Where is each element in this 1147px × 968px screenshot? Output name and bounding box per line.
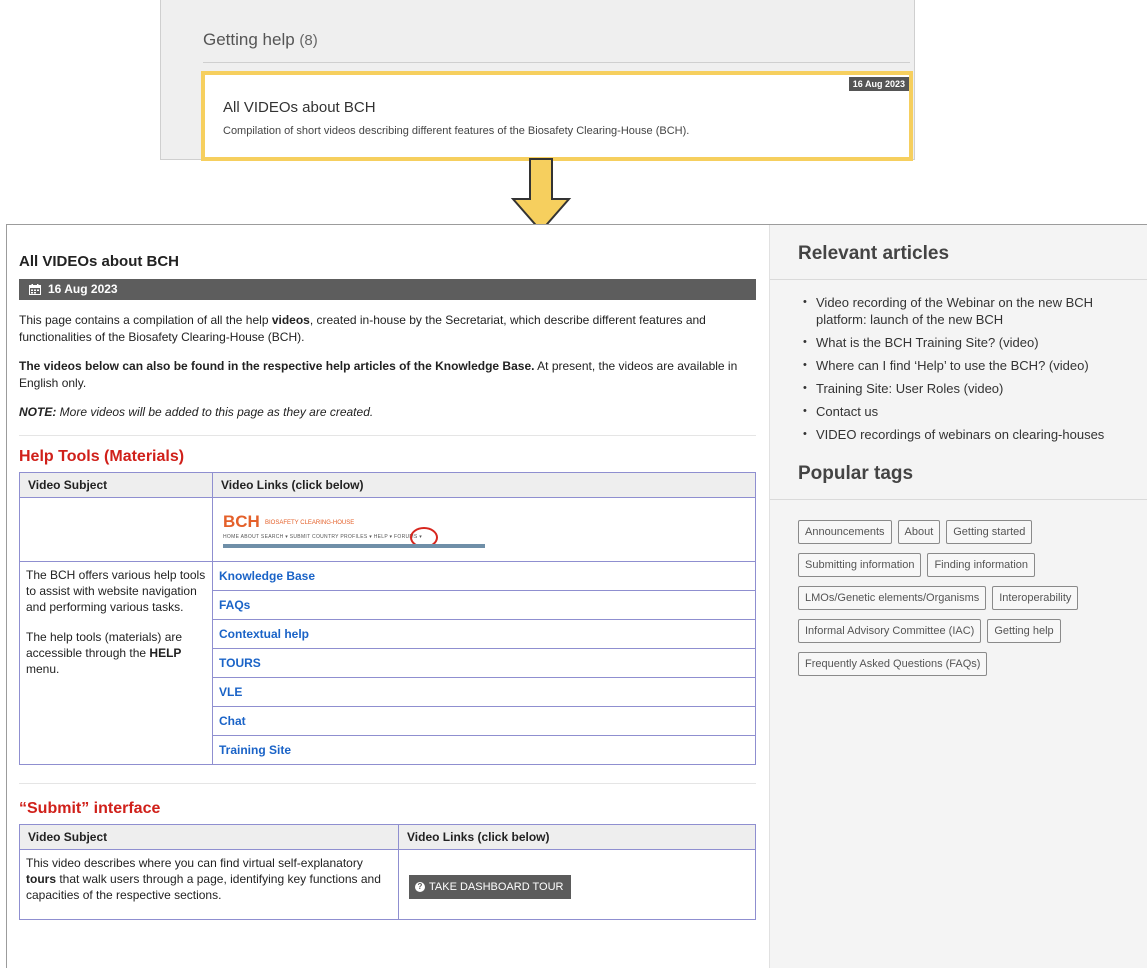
- tag-about[interactable]: About: [897, 520, 941, 544]
- category-count: (8): [299, 32, 318, 49]
- knowledge-base-paragraph: The videos below can also be found in th…: [19, 358, 756, 392]
- bch-menu-bar: HOME ABOUT SEARCH ▾ SUBMIT COUNTRY PROFI…: [223, 534, 423, 540]
- tag-interoperability[interactable]: Interoperability: [992, 586, 1079, 610]
- article-date: 16 Aug 2023: [48, 282, 118, 296]
- table-cell-empty: [19, 497, 213, 562]
- tag-faqs[interactable]: Frequently Asked Questions (FAQs): [798, 652, 988, 676]
- subject-text-2: The help tools (materials) are accessibl…: [26, 629, 206, 677]
- calendar-icon: [29, 284, 41, 295]
- relevant-article-link[interactable]: Where can I find ‘Help’ to use the BCH? …: [800, 357, 1129, 374]
- relevant-article-link[interactable]: What is the BCH Training Site? (video): [800, 334, 1129, 351]
- article-card-title[interactable]: All VIDEOs about BCH: [223, 99, 376, 116]
- note-paragraph: NOTE: More videos will be added to this …: [19, 404, 756, 421]
- tag-finding-information[interactable]: Finding information: [927, 553, 1036, 577]
- content-divider: [19, 435, 756, 436]
- help-menu-screenshot: BCH BIOSAFETY CLEARING-HOUSE HOME ABOUT …: [212, 497, 756, 562]
- section-heading-help-tools: Help Tools (Materials): [19, 448, 185, 465]
- relevant-article-link[interactable]: VIDEO recordings of webinars on clearing…: [800, 426, 1129, 443]
- category-title-text: Getting help: [203, 30, 295, 49]
- subject-tours-bold: tours: [26, 872, 56, 886]
- popular-tags-list: Announcements About Getting started Subm…: [798, 520, 1128, 685]
- link-faqs[interactable]: FAQs: [212, 590, 756, 620]
- submit-interface-table: Video Subject Video Links (click below) …: [19, 824, 756, 920]
- relevant-articles-list: Video recording of the Webinar on the ne…: [800, 294, 1147, 443]
- article-card-date: 16 Aug 2023: [848, 77, 909, 91]
- article-page: All VIDEOs about BCH 16 Aug 2023 This pa…: [6, 224, 1147, 968]
- table-row: This video describes where you can find …: [19, 849, 756, 920]
- subject-text-a: This video describes where you can find …: [26, 856, 363, 870]
- intro-text-1: This page contains a compilation of all …: [19, 313, 272, 327]
- table-row: The BCH offers various help tools to ass…: [19, 561, 756, 765]
- table-cell-links: ? TAKE DASHBOARD TOUR: [398, 849, 756, 920]
- help-tools-table: Video Subject Video Links (click below) …: [19, 472, 756, 765]
- relevant-article-link[interactable]: Contact us: [800, 403, 1129, 420]
- link-knowledge-base[interactable]: Knowledge Base: [212, 561, 756, 591]
- sidebar: Relevant articles Video recording of the…: [769, 225, 1147, 968]
- link-contextual-help[interactable]: Contextual help: [212, 619, 756, 649]
- subject-text-1: The BCH offers various help tools to ass…: [26, 568, 206, 614]
- tag-submitting-information[interactable]: Submitting information: [798, 553, 922, 577]
- popular-tags-heading: Popular tags: [798, 463, 914, 484]
- note-label: NOTE:: [19, 405, 57, 419]
- take-dashboard-tour-button[interactable]: ? TAKE DASHBOARD TOUR: [409, 875, 572, 899]
- bch-tagline: BIOSAFETY CLEARING-HOUSE: [265, 520, 355, 526]
- arrow-down-icon: [510, 158, 572, 233]
- column-header-links: Video Links (click below): [398, 824, 756, 850]
- column-header-subject: Video Subject: [19, 824, 399, 850]
- table-row: BCH BIOSAFETY CLEARING-HOUSE HOME ABOUT …: [19, 497, 756, 562]
- tour-button-label: TAKE DASHBOARD TOUR: [429, 881, 564, 893]
- table-cell-subject: This video describes where you can find …: [19, 849, 399, 920]
- column-header-subject: Video Subject: [19, 472, 213, 498]
- intro-bold: videos: [271, 313, 310, 327]
- section-divider: [19, 783, 756, 784]
- subject-text-2b: menu.: [26, 662, 60, 676]
- subject-help-bold: HELP: [149, 646, 182, 660]
- tag-getting-started[interactable]: Getting started: [946, 520, 1033, 544]
- page-title: All VIDEOs about BCH: [19, 253, 180, 270]
- link-tours[interactable]: TOURS: [212, 648, 756, 678]
- sidebar-divider: [770, 499, 1147, 500]
- table-cell-subject: The BCH offers various help tools to ass…: [19, 561, 213, 765]
- subject-text: This video describes where you can find …: [26, 855, 392, 903]
- table-header-row: Video Subject Video Links (click below): [19, 472, 756, 498]
- bch-menu-underline: [223, 544, 485, 548]
- bch-menu-image: BCH BIOSAFETY CLEARING-HOUSE HOME ABOUT …: [213, 498, 755, 561]
- question-circle-icon: ?: [415, 882, 425, 892]
- link-vle[interactable]: VLE: [212, 677, 756, 707]
- category-title: Getting help (8): [203, 30, 318, 50]
- link-training-site[interactable]: Training Site: [212, 735, 756, 765]
- relevant-articles-heading: Relevant articles: [798, 243, 950, 264]
- tag-getting-help[interactable]: Getting help: [987, 619, 1061, 643]
- category-snippet: Getting help (8) 16 Aug 2023 All VIDEOs …: [160, 0, 915, 161]
- tag-informal-advisory-committee[interactable]: Informal Advisory Committee (IAC): [798, 619, 982, 643]
- intro-paragraph: This page contains a compilation of all …: [19, 312, 756, 346]
- column-header-links: Video Links (click below): [212, 472, 756, 498]
- tag-lmos-genetic-elements-organisms[interactable]: LMOs/Genetic elements/Organisms: [798, 586, 987, 610]
- date-bar: 16 Aug 2023: [19, 279, 756, 300]
- relevant-article-link[interactable]: Training Site: User Roles (video): [800, 380, 1129, 397]
- tag-announcements[interactable]: Announcements: [798, 520, 892, 544]
- article-card-description: Compilation of short videos describing d…: [223, 125, 690, 137]
- kb-bold: The videos below can also be found in th…: [19, 359, 535, 373]
- link-chat[interactable]: Chat: [212, 706, 756, 736]
- bch-logo: BCH: [223, 512, 260, 531]
- relevant-article-link[interactable]: Video recording of the Webinar on the ne…: [800, 294, 1129, 328]
- table-header-row: Video Subject Video Links (click below): [19, 824, 756, 850]
- article-card[interactable]: 16 Aug 2023 All VIDEOs about BCH Compila…: [201, 71, 913, 161]
- sidebar-divider: [770, 279, 1147, 280]
- snippet-divider: [203, 62, 910, 63]
- subject-text-b: that walk users through a page, identify…: [26, 872, 381, 902]
- note-text: More videos will be added to this page a…: [56, 405, 374, 419]
- section-heading-submit: “Submit” interface: [19, 800, 161, 817]
- article-content: All VIDEOs about BCH 16 Aug 2023 This pa…: [7, 225, 768, 968]
